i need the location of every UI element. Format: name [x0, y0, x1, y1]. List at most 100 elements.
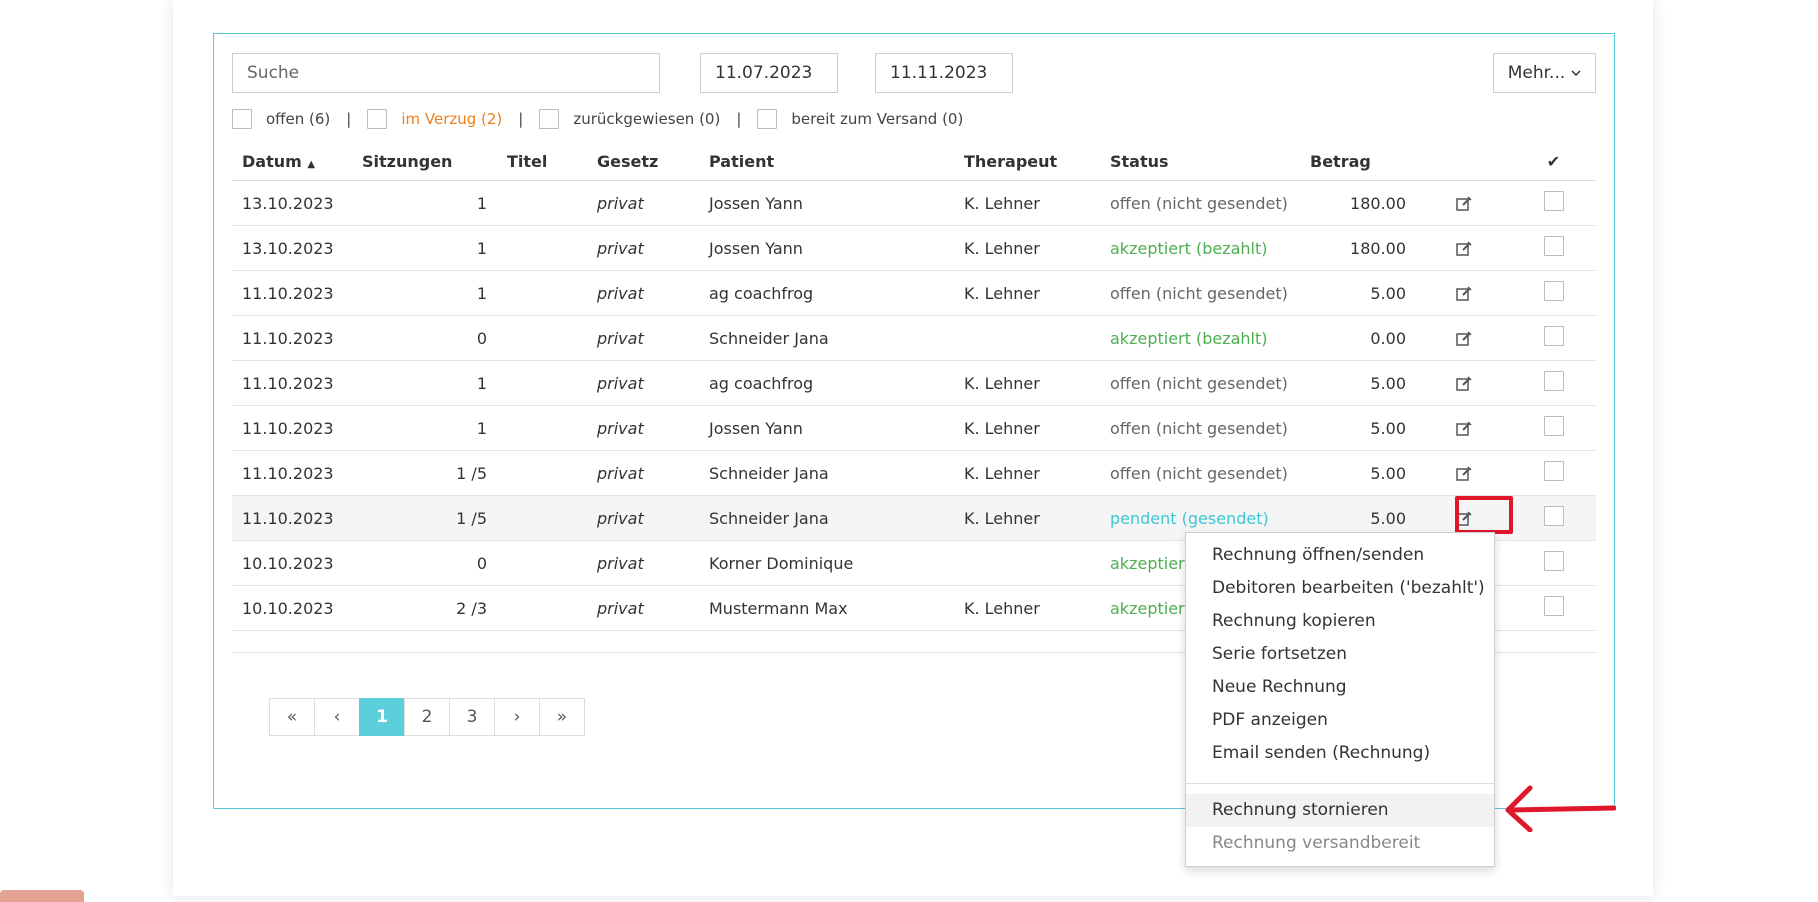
- cell-patient: Jossen Yann: [699, 225, 954, 271]
- cell-status: akzeptiert (bezahlt): [1100, 225, 1300, 271]
- menu-continue-series[interactable]: Serie fortsetzen: [1186, 638, 1494, 671]
- table-row[interactable]: 11.10.2023 0 privat Schneider Jana akzeptier…: [232, 315, 1596, 361]
- cell-gesetz: privat: [587, 585, 699, 631]
- cell-gesetz: privat: [587, 540, 699, 586]
- page-next[interactable]: ›: [494, 698, 540, 736]
- page-1[interactable]: 1: [359, 698, 405, 736]
- page-2[interactable]: 2: [404, 698, 450, 736]
- checkmark-icon: ✔: [1546, 151, 1561, 171]
- menu-ready-to-send[interactable]: Rechnung versandbereit: [1186, 827, 1494, 860]
- row-checkbox[interactable]: [1543, 506, 1564, 526]
- menu-new-invoice[interactable]: Neue Rechnung: [1186, 671, 1494, 704]
- header-select-all[interactable]: ✔: [1511, 142, 1596, 181]
- menu-copy-invoice[interactable]: Rechnung kopieren: [1186, 605, 1494, 638]
- header-sitzungen[interactable]: Sitzungen: [352, 142, 497, 181]
- table-row[interactable]: 11.10.2023 1 privat Jossen Yann K. Lehner off…: [232, 405, 1596, 451]
- header-betrag[interactable]: Betrag: [1300, 142, 1416, 181]
- table-row[interactable]: 13.10.2023 1 privat Jossen Yann K. Lehner off…: [232, 180, 1596, 226]
- cell-edit: [1416, 225, 1511, 271]
- cell-therapeut: K. Lehner: [954, 585, 1100, 631]
- date-to-input[interactable]: [875, 53, 1013, 93]
- cell-gesetz: privat: [587, 180, 699, 226]
- menu-open-send[interactable]: Rechnung öffnen/senden: [1186, 539, 1494, 572]
- row-checkbox[interactable]: [1543, 281, 1564, 301]
- row-checkbox[interactable]: [1543, 416, 1564, 436]
- pagination: « ‹ 1 2 3 › »: [269, 698, 585, 736]
- cell-betrag: 5.00: [1300, 450, 1416, 496]
- page-first[interactable]: «: [269, 698, 315, 736]
- edit-icon[interactable]: [1455, 285, 1473, 303]
- cell-edit: [1416, 180, 1511, 226]
- row-checkbox[interactable]: [1543, 461, 1564, 481]
- cell-sitzungen: 1: [352, 360, 497, 406]
- cell-sitzungen: 1 /5: [352, 495, 497, 541]
- header-gesetz[interactable]: Gesetz: [587, 142, 699, 181]
- filter-overdue: im Verzug (2): [367, 109, 502, 129]
- filter-overdue-label: im Verzug (2): [401, 110, 503, 128]
- cell-therapeut: K. Lehner: [954, 225, 1100, 271]
- cell-sitzungen: 2 /3: [352, 585, 497, 631]
- more-button[interactable]: Mehr...: [1493, 53, 1596, 93]
- filter-rejected-label: zurückgewiesen (0): [573, 110, 721, 128]
- cell-select: [1511, 270, 1596, 316]
- page-last[interactable]: »: [539, 698, 585, 736]
- menu-edit-debtors[interactable]: Debitoren bearbeiten ('bezahlt'): [1186, 572, 1494, 605]
- cell-patient: Schneider Jana: [699, 450, 954, 496]
- menu-show-pdf[interactable]: PDF anzeigen: [1186, 704, 1494, 737]
- cell-edit: [1416, 450, 1511, 496]
- row-checkbox[interactable]: [1543, 326, 1564, 346]
- row-context-menu: Rechnung öffnen/senden Debitoren bearbei…: [1185, 532, 1495, 867]
- cell-patient: Jossen Yann: [699, 180, 954, 226]
- cell-therapeut: K. Lehner: [954, 270, 1100, 316]
- page-prev[interactable]: ‹: [314, 698, 360, 736]
- date-from-input[interactable]: [700, 53, 838, 93]
- header-patient[interactable]: Patient: [699, 142, 954, 181]
- filter-rejected: zurückgewiesen (0): [539, 109, 720, 129]
- cell-datum: 10.10.2023: [232, 540, 352, 586]
- row-checkbox[interactable]: [1543, 236, 1564, 256]
- filter-ready: bereit zum Versand (0): [757, 109, 963, 129]
- table-row[interactable]: 11.10.2023 1 privat ag coachfrog K. Lehner of…: [232, 270, 1596, 316]
- cell-status: offen (nicht gesendet): [1100, 405, 1300, 451]
- cell-datum: 13.10.2023: [232, 180, 352, 226]
- filter-rejected-checkbox[interactable]: [539, 109, 560, 129]
- menu-cancel-invoice[interactable]: Rechnung stornieren: [1186, 794, 1494, 827]
- sort-asc-icon: ▲: [307, 158, 316, 170]
- filter-ready-checkbox[interactable]: [757, 109, 778, 129]
- edit-icon[interactable]: [1455, 330, 1473, 348]
- header-datum[interactable]: Datum ▲: [232, 142, 352, 181]
- cell-sitzungen: 0: [352, 315, 497, 361]
- table-row[interactable]: 11.10.2023 1 /5 privat Schneider Jana K. Leh…: [232, 450, 1596, 496]
- table-row[interactable]: 11.10.2023 1 privat ag coachfrog K. Lehner of…: [232, 360, 1596, 406]
- header-status[interactable]: Status: [1100, 142, 1300, 181]
- cell-titel: [497, 495, 587, 541]
- edit-icon[interactable]: [1455, 375, 1473, 393]
- header-therapeut[interactable]: Therapeut: [954, 142, 1100, 181]
- annotation-highlight-box: [1455, 496, 1513, 534]
- search-input[interactable]: [232, 53, 660, 93]
- edit-icon[interactable]: [1455, 195, 1473, 213]
- cell-therapeut: K. Lehner: [954, 450, 1100, 496]
- edit-icon[interactable]: [1455, 240, 1473, 258]
- cell-sitzungen: 1: [352, 270, 497, 316]
- filter-open: offen (6): [232, 109, 330, 129]
- cell-edit: [1416, 270, 1511, 316]
- cell-gesetz: privat: [587, 450, 699, 496]
- menu-send-email[interactable]: Email senden (Rechnung): [1186, 737, 1494, 770]
- filter-open-checkbox[interactable]: [232, 109, 252, 129]
- cell-therapeut: K. Lehner: [954, 360, 1100, 406]
- cell-datum: 11.10.2023: [232, 270, 352, 316]
- table-row[interactable]: 13.10.2023 1 privat Jossen Yann K. Lehner akz…: [232, 225, 1596, 271]
- page-3[interactable]: 3: [449, 698, 495, 736]
- header-titel[interactable]: Titel: [497, 142, 587, 181]
- row-checkbox[interactable]: [1543, 596, 1564, 616]
- filter-overdue-checkbox[interactable]: [367, 109, 388, 129]
- row-checkbox[interactable]: [1543, 551, 1564, 571]
- cell-titel: [497, 450, 587, 496]
- row-checkbox[interactable]: [1543, 191, 1564, 211]
- edit-icon[interactable]: [1455, 420, 1473, 438]
- row-checkbox[interactable]: [1543, 371, 1564, 391]
- edit-icon[interactable]: [1455, 465, 1473, 483]
- cell-therapeut: K. Lehner: [954, 405, 1100, 451]
- cell-titel: [497, 405, 587, 451]
